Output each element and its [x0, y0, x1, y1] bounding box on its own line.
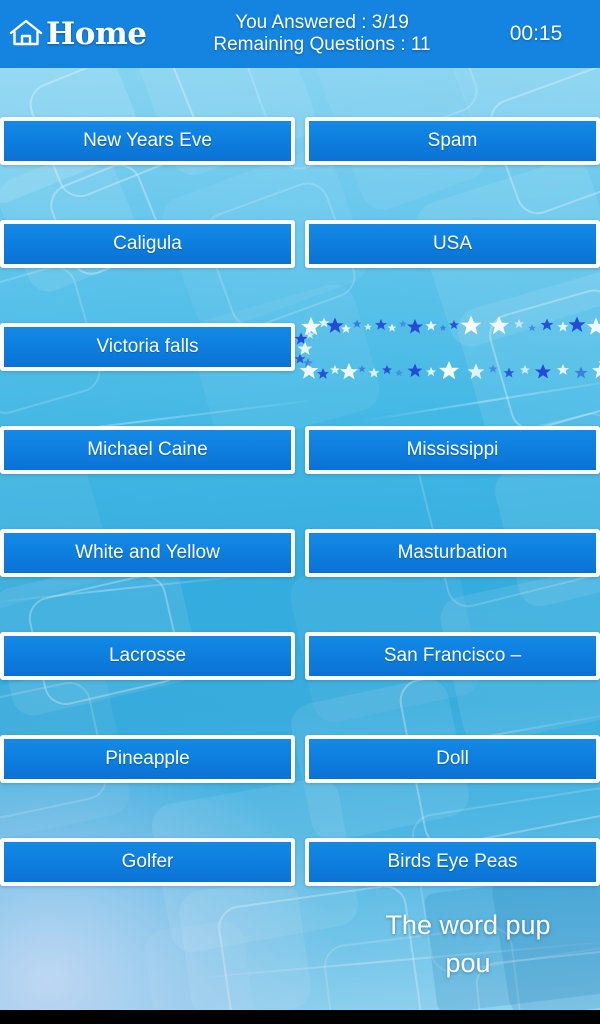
home-icon — [9, 17, 43, 52]
answer-button[interactable]: Golfer — [0, 838, 295, 886]
answer-cell: Victoria falls — [0, 323, 295, 371]
answer-row: Michael Caine Mississippi — [0, 426, 600, 474]
answer-cell: Masturbation — [305, 529, 600, 577]
answer-row: Lacrosse San Francisco – — [0, 632, 600, 680]
answer-cell: USA — [305, 220, 600, 268]
answer-button[interactable]: Michael Caine — [0, 426, 295, 474]
fact-line-1: The word pup — [385, 910, 551, 940]
answer-row: Caligula USA — [0, 220, 600, 268]
answer-button[interactable]: Masturbation — [305, 529, 600, 577]
answer-cell: Mississippi — [305, 426, 600, 474]
fact-banner: The word pup pou — [158, 906, 600, 983]
system-navigation-bar — [0, 1010, 600, 1024]
answer-button[interactable]: Victoria falls — [0, 323, 295, 371]
answer-button[interactable]: San Francisco – — [305, 632, 600, 680]
answer-button[interactable]: Lacrosse — [0, 632, 295, 680]
answer-cell: Pineapple — [0, 735, 295, 783]
answer-cell: New Years Eve — [0, 117, 295, 165]
answer-cell: Michael Caine — [0, 426, 295, 474]
answer-button[interactable]: USA — [305, 220, 600, 268]
answer-cell: Lacrosse — [0, 632, 295, 680]
answer-button[interactable]: Mississippi — [305, 426, 600, 474]
answer-row: Victoria falls — [0, 315, 600, 380]
answer-cell: Caligula — [0, 220, 295, 268]
answer-row: Pineapple Doll — [0, 735, 600, 783]
quiz-screen: Home You Answered : 3/19 Remaining Quest… — [0, 0, 600, 1024]
remaining-count: Remaining Questions : 11 — [213, 34, 431, 55]
top-bar: Home You Answered : 3/19 Remaining Quest… — [0, 0, 600, 68]
answer-button[interactable]: New Years Eve — [0, 117, 295, 165]
home-label: Home — [46, 15, 147, 52]
answer-button[interactable]: Pineapple — [0, 735, 295, 783]
answer-button[interactable]: Doll — [305, 735, 600, 783]
answer-row: White and Yellow Masturbation — [0, 529, 600, 577]
home-button[interactable]: Home — [0, 17, 168, 52]
answer-button[interactable]: Birds Eye Peas — [305, 838, 600, 886]
answer-cell: White and Yellow — [0, 529, 295, 577]
answered-count: You Answered : 3/19 — [235, 11, 409, 33]
answer-row: Golfer Birds Eye Peas — [0, 838, 600, 886]
answer-button[interactable]: Spam — [305, 117, 600, 165]
answer-cell: Spam — [305, 117, 600, 165]
answer-cell: Birds Eye Peas — [305, 838, 600, 886]
answer-row: New Years Eve Spam — [0, 117, 600, 165]
answer-button[interactable]: White and Yellow — [0, 529, 295, 577]
answer-button[interactable]: Caligula — [0, 220, 295, 268]
answer-cell: San Francisco – — [305, 632, 600, 680]
answer-cell: Doll — [305, 735, 600, 783]
answer-cell-cleared — [294, 315, 600, 380]
answer-cell: Golfer — [0, 838, 295, 886]
fact-line-2: pou — [445, 948, 491, 979]
progress-info: You Answered : 3/19 Remaining Questions … — [168, 12, 480, 57]
timer: 00:15 — [509, 22, 563, 45]
